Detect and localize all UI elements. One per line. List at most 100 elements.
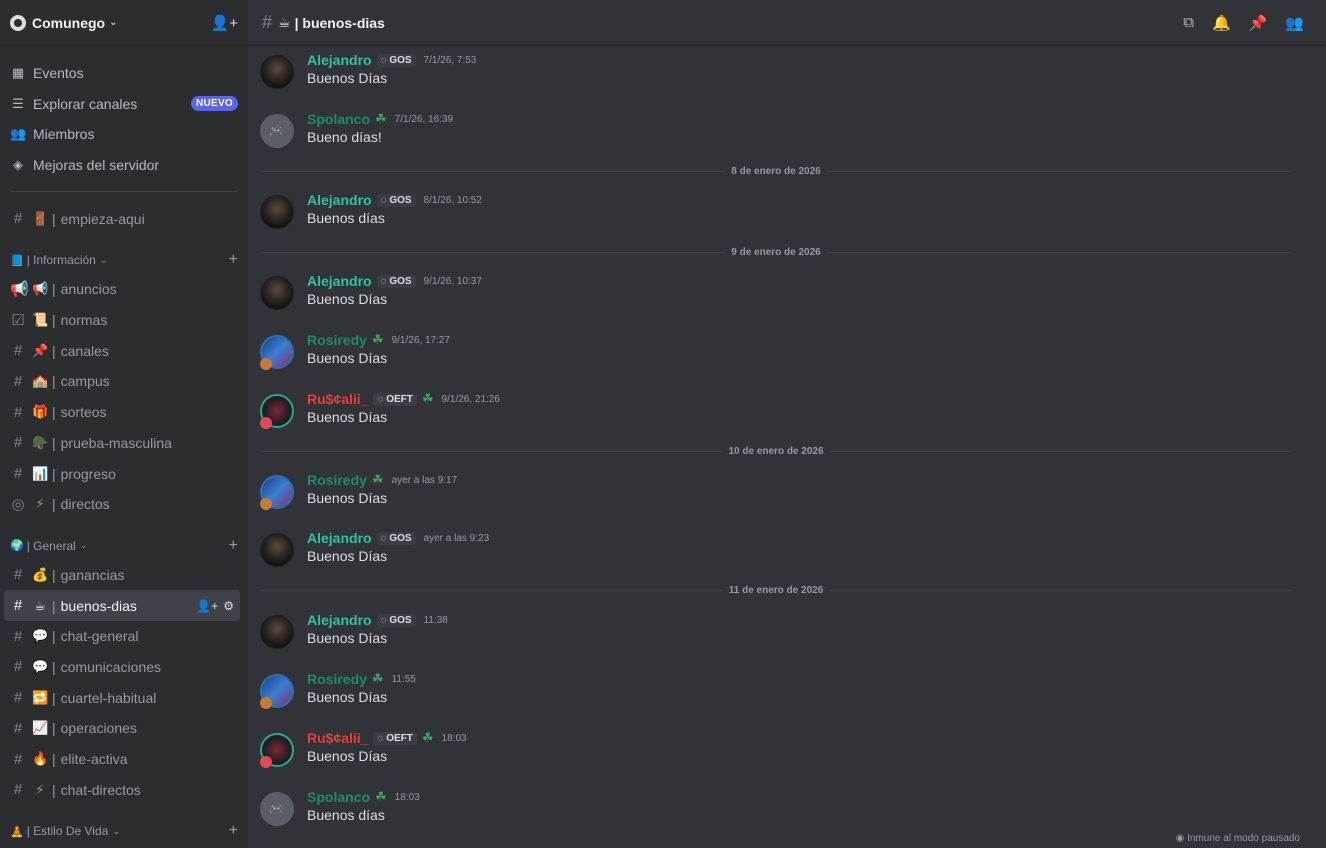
channel-item[interactable]: # 📈 | operaciones bbox=[0, 713, 248, 744]
menu-item-1[interactable]: ☰ Explorar canales NUEVO bbox=[0, 89, 248, 120]
avatar[interactable] bbox=[260, 195, 294, 229]
channel-item[interactable]: # ⚡ | chat-directos bbox=[0, 774, 248, 805]
channel-item[interactable]: # 📊 | progreso bbox=[0, 458, 248, 489]
channel-item[interactable]: # 🔁 | cuartel-habitual bbox=[0, 682, 248, 713]
username[interactable]: Alejandro bbox=[307, 192, 372, 208]
threads-icon[interactable]: ⧉ bbox=[1183, 14, 1194, 32]
channel-item[interactable]: # 🎁 | sorteos bbox=[0, 397, 248, 428]
message-list[interactable]: Alejandro ◌ GOS 7/1/26, 7:53 Buenos Días 🎮 Sp… bbox=[248, 46, 1312, 848]
channel-emoji: ☕ bbox=[34, 597, 46, 613]
menu-item-0[interactable]: ▦ Eventos bbox=[0, 58, 248, 89]
server-header[interactable]: Comunego ⌄ 👤+ bbox=[0, 0, 248, 46]
invite-icon[interactable]: 👤+ bbox=[196, 599, 218, 613]
category-header[interactable]: 🌍 | General ⌄ + bbox=[0, 532, 248, 560]
gear-icon[interactable]: ⚙ bbox=[223, 599, 234, 613]
channel-item[interactable]: # 🪖 | prueba-masculina bbox=[0, 428, 248, 459]
channel-type-icon: # bbox=[13, 597, 23, 615]
username[interactable]: Rosiredy bbox=[307, 671, 367, 687]
username[interactable]: Rosiredy bbox=[307, 332, 367, 348]
message[interactable]: Alejandro ◌ GOS 11:38 Buenos Días bbox=[260, 610, 448, 660]
add-channel-icon[interactable]: + bbox=[229, 822, 238, 840]
channel-emoji: 📌 bbox=[32, 342, 49, 358]
channel-type-icon: # bbox=[13, 434, 23, 452]
channel-item[interactable]: # 💬 | comunicaciones bbox=[0, 652, 248, 683]
add-channel-icon[interactable]: + bbox=[229, 251, 238, 269]
avatar[interactable] bbox=[260, 276, 294, 310]
category-header[interactable]: 📘 | Información ⌄ + bbox=[0, 246, 248, 274]
avatar[interactable] bbox=[260, 674, 294, 709]
category-header[interactable]: 🧘 | Estilo De Vida ⌄ + bbox=[0, 817, 248, 845]
username[interactable]: Alejandro bbox=[307, 612, 372, 628]
add-channel-icon[interactable]: + bbox=[229, 537, 238, 555]
username[interactable]: Rosiredy bbox=[307, 472, 367, 488]
timestamp: 8/1/26, 10:52 bbox=[423, 194, 482, 206]
avatar[interactable] bbox=[260, 475, 294, 510]
channel-item[interactable]: 📢 📢 | anuncios bbox=[0, 274, 248, 305]
avatar[interactable]: 🎮 bbox=[260, 114, 294, 148]
message[interactable]: Rosiredy ☘ 11:55 Buenos Días bbox=[260, 669, 416, 719]
message[interactable]: Ru$¢alii_ ◌ OEFT ☘ 9/1/26, 21:26 Buenos Días bbox=[260, 389, 500, 439]
username[interactable]: Alejandro bbox=[307, 52, 372, 68]
message[interactable]: Alejandro ◌ GOS 7/1/26, 7:53 Buenos Días bbox=[260, 50, 476, 100]
channel-item[interactable]: # 🔥 | elite-activa bbox=[0, 744, 248, 775]
timestamp: ayer a las 9:17 bbox=[391, 474, 458, 486]
channel-type-icon: # bbox=[13, 658, 23, 676]
avatar-decoration bbox=[260, 697, 272, 709]
channel-emoji: 📜 bbox=[32, 312, 49, 328]
avatar-decoration bbox=[260, 358, 272, 370]
avatar[interactable] bbox=[260, 533, 294, 567]
clover-badge-icon: ☘ bbox=[371, 671, 384, 686]
pin-icon[interactable]: 📌 bbox=[1249, 14, 1268, 32]
avatar[interactable] bbox=[260, 55, 294, 89]
message[interactable]: Alejandro ◌ GOS 8/1/26, 10:52 Buenos días bbox=[260, 190, 482, 240]
channel-item[interactable]: # 🚪 | empieza-aqui bbox=[0, 203, 248, 234]
channel-emoji: 📢 bbox=[32, 281, 49, 297]
channel-type-icon: # bbox=[13, 689, 23, 707]
channel-item[interactable]: # 💰 | ganancias bbox=[0, 560, 248, 591]
avatar[interactable] bbox=[260, 615, 294, 649]
channel-item[interactable]: # 🏫 | campus bbox=[0, 366, 248, 397]
channel-item[interactable]: # ☕ | buenos-dias 👤+ ⚙ bbox=[4, 590, 240, 621]
channel-topbar: # ☕ | buenos-dias ⧉ 🔔 📌 👥 bbox=[248, 0, 1326, 46]
channel-name: buenos-dias bbox=[60, 597, 137, 614]
message[interactable]: Ru$¢alii_ ◌ OEFT ☘ 18:03 Buenos Días bbox=[260, 728, 467, 778]
member-list-icon[interactable]: 👥 bbox=[1285, 14, 1304, 32]
bell-icon[interactable]: 🔔 bbox=[1212, 14, 1231, 32]
channel-emoji: 💰 bbox=[32, 566, 49, 582]
timestamp: 18:03 bbox=[441, 732, 467, 744]
invite-people-icon[interactable]: 👤+ bbox=[211, 14, 238, 32]
clover-badge-icon: ☘ bbox=[371, 332, 384, 347]
message[interactable]: 🎮 Spolanco ☘ 18:03 Buenos días bbox=[260, 787, 420, 837]
username[interactable]: Spolanco bbox=[307, 111, 370, 127]
message[interactable]: Rosiredy ☘ 9/1/26, 17:27 Buenos Días bbox=[260, 330, 450, 380]
username[interactable]: Alejandro bbox=[307, 273, 372, 289]
separator: | bbox=[52, 342, 56, 359]
menu-item-label: Explorar canales bbox=[33, 95, 138, 112]
username[interactable]: Spolanco bbox=[307, 789, 370, 805]
chat-main: # ☕ | buenos-dias ⧉ 🔔 📌 👥 Alejandro ◌ GOS… bbox=[248, 0, 1326, 848]
avatar[interactable] bbox=[260, 394, 294, 429]
avatar[interactable]: 🎮 bbox=[260, 792, 294, 826]
channel-name: normas bbox=[60, 312, 108, 329]
message[interactable]: Rosiredy ☘ ayer a las 9:17 Buenos Días bbox=[260, 470, 457, 520]
server-tag: ◌ GOS bbox=[376, 531, 416, 545]
username[interactable]: Alejandro bbox=[307, 530, 372, 546]
channel-type-icon: ☑ bbox=[11, 312, 25, 330]
avatar[interactable] bbox=[260, 335, 294, 370]
menu-item-2[interactable]: 👥 Miembros bbox=[0, 119, 248, 150]
username[interactable]: Ru$¢alii_ bbox=[307, 730, 368, 746]
message[interactable]: 🎮 Spolanco ☘ 7/1/26, 16:39 Bueno días! bbox=[260, 109, 453, 159]
channel-name: comunicaciones bbox=[60, 658, 162, 675]
channel-item[interactable]: # 📌 | canales bbox=[0, 335, 248, 366]
clover-badge-icon: ☘ bbox=[421, 391, 434, 406]
menu-item-3[interactable]: ◈ Mejoras del servidor bbox=[0, 150, 248, 181]
channel-item[interactable]: ◎ ⚡ | directos bbox=[0, 489, 248, 520]
channel-item[interactable]: ☑ 📜 | normas bbox=[0, 305, 248, 336]
separator: | bbox=[52, 373, 56, 390]
message[interactable]: Alejandro ◌ GOS 9/1/26, 10:37 Buenos Días bbox=[260, 271, 482, 321]
avatar[interactable] bbox=[260, 733, 294, 768]
channel-emoji: 💬 bbox=[32, 658, 49, 674]
message[interactable]: Alejandro ◌ GOS ayer a las 9:23 Buenos Días bbox=[260, 528, 489, 578]
channel-item[interactable]: # 💬 | chat-general bbox=[0, 621, 248, 652]
username[interactable]: Ru$¢alii_ bbox=[307, 391, 368, 407]
